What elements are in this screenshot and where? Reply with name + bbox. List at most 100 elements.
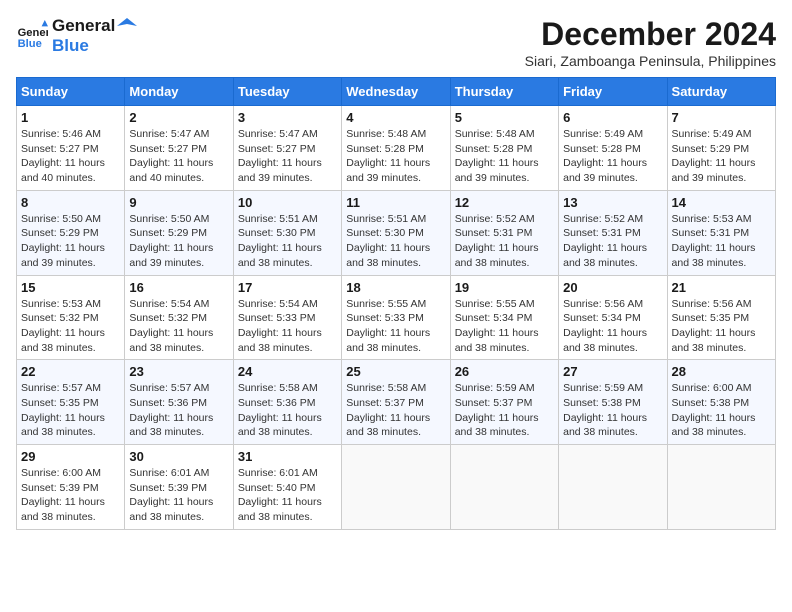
calendar-cell [559, 445, 667, 530]
calendar-cell: 21 Sunrise: 5:56 AM Sunset: 5:35 PM Dayl… [667, 275, 775, 360]
calendar-cell: 5 Sunrise: 5:48 AM Sunset: 5:28 PM Dayli… [450, 106, 558, 191]
day-number: 24 [238, 364, 337, 379]
day-info: Sunrise: 5:56 AM Sunset: 5:35 PM Dayligh… [672, 297, 771, 356]
day-number: 1 [21, 110, 120, 125]
calendar-cell: 3 Sunrise: 5:47 AM Sunset: 5:27 PM Dayli… [233, 106, 341, 191]
day-number: 5 [455, 110, 554, 125]
day-info: Sunrise: 6:01 AM Sunset: 5:39 PM Dayligh… [129, 466, 228, 525]
logo-bird-icon [117, 18, 137, 34]
calendar-cell: 17 Sunrise: 5:54 AM Sunset: 5:33 PM Dayl… [233, 275, 341, 360]
calendar-week-row: 15 Sunrise: 5:53 AM Sunset: 5:32 PM Dayl… [17, 275, 776, 360]
day-info: Sunrise: 5:58 AM Sunset: 5:36 PM Dayligh… [238, 381, 337, 440]
day-info: Sunrise: 6:00 AM Sunset: 5:39 PM Dayligh… [21, 466, 120, 525]
day-info: Sunrise: 5:54 AM Sunset: 5:32 PM Dayligh… [129, 297, 228, 356]
calendar-cell: 10 Sunrise: 5:51 AM Sunset: 5:30 PM Dayl… [233, 190, 341, 275]
day-number: 23 [129, 364, 228, 379]
day-info: Sunrise: 5:48 AM Sunset: 5:28 PM Dayligh… [455, 127, 554, 186]
day-number: 8 [21, 195, 120, 210]
day-info: Sunrise: 5:55 AM Sunset: 5:33 PM Dayligh… [346, 297, 445, 356]
day-info: Sunrise: 5:52 AM Sunset: 5:31 PM Dayligh… [455, 212, 554, 271]
day-number: 2 [129, 110, 228, 125]
day-number: 28 [672, 364, 771, 379]
svg-text:General: General [18, 27, 48, 39]
calendar-cell: 1 Sunrise: 5:46 AM Sunset: 5:27 PM Dayli… [17, 106, 125, 191]
svg-text:Blue: Blue [18, 38, 42, 50]
day-info: Sunrise: 5:53 AM Sunset: 5:32 PM Dayligh… [21, 297, 120, 356]
day-number: 12 [455, 195, 554, 210]
day-info: Sunrise: 5:47 AM Sunset: 5:27 PM Dayligh… [129, 127, 228, 186]
day-number: 16 [129, 280, 228, 295]
day-number: 3 [238, 110, 337, 125]
calendar-cell: 20 Sunrise: 5:56 AM Sunset: 5:34 PM Dayl… [559, 275, 667, 360]
calendar-cell: 14 Sunrise: 5:53 AM Sunset: 5:31 PM Dayl… [667, 190, 775, 275]
day-number: 31 [238, 449, 337, 464]
day-info: Sunrise: 5:51 AM Sunset: 5:30 PM Dayligh… [238, 212, 337, 271]
day-number: 17 [238, 280, 337, 295]
calendar-cell [667, 445, 775, 530]
calendar-cell: 8 Sunrise: 5:50 AM Sunset: 5:29 PM Dayli… [17, 190, 125, 275]
month-title: December 2024 [525, 16, 776, 53]
day-number: 19 [455, 280, 554, 295]
day-number: 13 [563, 195, 662, 210]
calendar-cell: 28 Sunrise: 6:00 AM Sunset: 5:38 PM Dayl… [667, 360, 775, 445]
calendar-cell [450, 445, 558, 530]
header-saturday: Saturday [667, 78, 775, 106]
calendar-cell: 23 Sunrise: 5:57 AM Sunset: 5:36 PM Dayl… [125, 360, 233, 445]
weekday-header-row: Sunday Monday Tuesday Wednesday Thursday… [17, 78, 776, 106]
day-number: 30 [129, 449, 228, 464]
logo-icon: General Blue [16, 20, 48, 52]
header-monday: Monday [125, 78, 233, 106]
day-info: Sunrise: 5:46 AM Sunset: 5:27 PM Dayligh… [21, 127, 120, 186]
day-info: Sunrise: 5:48 AM Sunset: 5:28 PM Dayligh… [346, 127, 445, 186]
calendar-cell: 2 Sunrise: 5:47 AM Sunset: 5:27 PM Dayli… [125, 106, 233, 191]
calendar-cell: 31 Sunrise: 6:01 AM Sunset: 5:40 PM Dayl… [233, 445, 341, 530]
calendar-table: Sunday Monday Tuesday Wednesday Thursday… [16, 77, 776, 530]
calendar-cell: 18 Sunrise: 5:55 AM Sunset: 5:33 PM Dayl… [342, 275, 450, 360]
day-info: Sunrise: 5:51 AM Sunset: 5:30 PM Dayligh… [346, 212, 445, 271]
day-number: 20 [563, 280, 662, 295]
calendar-week-row: 29 Sunrise: 6:00 AM Sunset: 5:39 PM Dayl… [17, 445, 776, 530]
logo: General Blue General Blue [16, 16, 137, 56]
day-number: 15 [21, 280, 120, 295]
day-number: 27 [563, 364, 662, 379]
calendar-cell: 15 Sunrise: 5:53 AM Sunset: 5:32 PM Dayl… [17, 275, 125, 360]
day-info: Sunrise: 5:52 AM Sunset: 5:31 PM Dayligh… [563, 212, 662, 271]
day-info: Sunrise: 5:55 AM Sunset: 5:34 PM Dayligh… [455, 297, 554, 356]
calendar-week-row: 22 Sunrise: 5:57 AM Sunset: 5:35 PM Dayl… [17, 360, 776, 445]
header-thursday: Thursday [450, 78, 558, 106]
calendar-cell: 16 Sunrise: 5:54 AM Sunset: 5:32 PM Dayl… [125, 275, 233, 360]
header-wednesday: Wednesday [342, 78, 450, 106]
calendar-cell: 30 Sunrise: 6:01 AM Sunset: 5:39 PM Dayl… [125, 445, 233, 530]
day-number: 14 [672, 195, 771, 210]
day-number: 29 [21, 449, 120, 464]
calendar-cell: 26 Sunrise: 5:59 AM Sunset: 5:37 PM Dayl… [450, 360, 558, 445]
day-info: Sunrise: 5:59 AM Sunset: 5:37 PM Dayligh… [455, 381, 554, 440]
title-area: December 2024 Siari, Zamboanga Peninsula… [525, 16, 776, 69]
day-info: Sunrise: 5:58 AM Sunset: 5:37 PM Dayligh… [346, 381, 445, 440]
header-friday: Friday [559, 78, 667, 106]
day-info: Sunrise: 5:56 AM Sunset: 5:34 PM Dayligh… [563, 297, 662, 356]
calendar-cell: 12 Sunrise: 5:52 AM Sunset: 5:31 PM Dayl… [450, 190, 558, 275]
day-number: 21 [672, 280, 771, 295]
day-number: 18 [346, 280, 445, 295]
day-number: 25 [346, 364, 445, 379]
calendar-cell: 6 Sunrise: 5:49 AM Sunset: 5:28 PM Dayli… [559, 106, 667, 191]
day-info: Sunrise: 6:00 AM Sunset: 5:38 PM Dayligh… [672, 381, 771, 440]
calendar-week-row: 8 Sunrise: 5:50 AM Sunset: 5:29 PM Dayli… [17, 190, 776, 275]
location-subtitle: Siari, Zamboanga Peninsula, Philippines [525, 53, 776, 69]
day-info: Sunrise: 5:54 AM Sunset: 5:33 PM Dayligh… [238, 297, 337, 356]
day-info: Sunrise: 5:59 AM Sunset: 5:38 PM Dayligh… [563, 381, 662, 440]
day-number: 6 [563, 110, 662, 125]
day-info: Sunrise: 5:53 AM Sunset: 5:31 PM Dayligh… [672, 212, 771, 271]
day-info: Sunrise: 5:57 AM Sunset: 5:35 PM Dayligh… [21, 381, 120, 440]
day-info: Sunrise: 5:49 AM Sunset: 5:29 PM Dayligh… [672, 127, 771, 186]
day-info: Sunrise: 5:57 AM Sunset: 5:36 PM Dayligh… [129, 381, 228, 440]
day-number: 11 [346, 195, 445, 210]
calendar-cell: 13 Sunrise: 5:52 AM Sunset: 5:31 PM Dayl… [559, 190, 667, 275]
calendar-cell: 24 Sunrise: 5:58 AM Sunset: 5:36 PM Dayl… [233, 360, 341, 445]
day-number: 26 [455, 364, 554, 379]
day-number: 10 [238, 195, 337, 210]
day-number: 9 [129, 195, 228, 210]
day-info: Sunrise: 5:49 AM Sunset: 5:28 PM Dayligh… [563, 127, 662, 186]
calendar-cell: 27 Sunrise: 5:59 AM Sunset: 5:38 PM Dayl… [559, 360, 667, 445]
